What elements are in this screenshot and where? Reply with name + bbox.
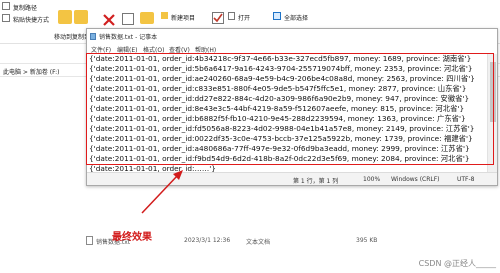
arrow-icon xyxy=(141,170,183,214)
watermark: CSDN @正经人_____ xyxy=(418,259,496,268)
result-caption: 最终效果 xyxy=(112,232,152,243)
